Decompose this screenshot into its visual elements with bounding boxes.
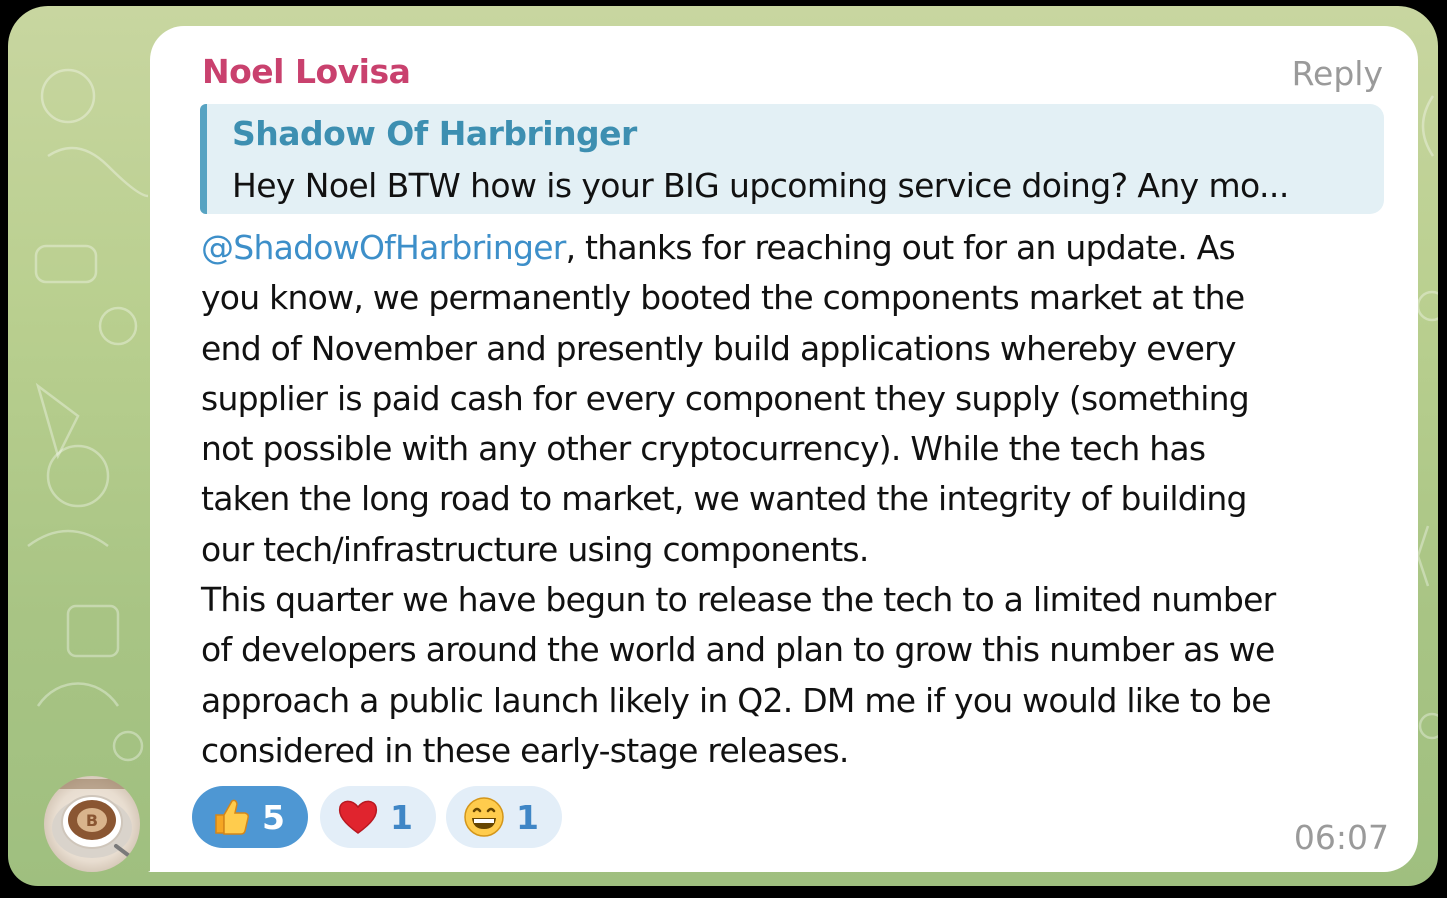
thumbs-up-icon	[215, 799, 249, 835]
message-line: taken the long road to market, we wanted…	[201, 479, 1248, 519]
quoted-text: Hey Noel BTW how is your BIG upcoming se…	[232, 166, 1289, 205]
message-line: our tech/infrastructure using components…	[201, 529, 869, 569]
svg-text:B: B	[86, 811, 98, 830]
message-line-text: , thanks for reaching out for an update.…	[565, 228, 1236, 267]
avatar[interactable]: B	[44, 776, 140, 872]
red-heart-icon	[338, 800, 378, 834]
grinning-face-icon	[464, 797, 504, 837]
reaction-count: 5	[262, 797, 285, 837]
message-line: This quarter we have begun to release th…	[201, 580, 1276, 620]
message-line: approach a public launch likely in Q2. D…	[201, 680, 1272, 720]
screenshot-frame: B Noel Lovisa Reply Shadow Of Harbringer…	[0, 0, 1447, 898]
reaction-thumbs-up[interactable]: 5	[192, 786, 308, 848]
quoted-message[interactable]: Shadow Of Harbringer Hey Noel BTW how is…	[200, 104, 1384, 214]
message-timestamp: 06:07	[1293, 818, 1389, 857]
quoted-author: Shadow Of Harbringer	[232, 114, 637, 153]
message-line: you know, we permanently booted the comp…	[201, 278, 1245, 318]
user-mention-link[interactable]: @ShadowOfHarbringer	[201, 228, 566, 267]
reaction-heart[interactable]: 1	[320, 786, 436, 848]
message-line: @ShadowOfHarbringer, thanks for reaching…	[201, 223, 1391, 273]
latte-art-avatar-icon: B	[52, 779, 134, 860]
quote-accent-bar	[200, 104, 207, 214]
bubble-tail	[148, 836, 170, 872]
reaction-count: 1	[390, 797, 413, 837]
message-line: supplier is paid cash for every componen…	[201, 378, 1250, 418]
message-text: @ShadowOfHarbringer, thanks for reaching…	[201, 223, 1391, 776]
message-line: of developers around the world and plan …	[201, 630, 1275, 670]
reaction-count: 1	[516, 797, 539, 837]
reply-button[interactable]: Reply	[1292, 54, 1383, 93]
message-line: not possible with any other cryptocurren…	[201, 429, 1206, 469]
reaction-grin[interactable]: 1	[446, 786, 562, 848]
message-line: end of November and presently build appl…	[201, 328, 1236, 368]
message-line: considered in these early-stage releases…	[201, 730, 849, 770]
sender-name[interactable]: Noel Lovisa	[202, 52, 411, 91]
